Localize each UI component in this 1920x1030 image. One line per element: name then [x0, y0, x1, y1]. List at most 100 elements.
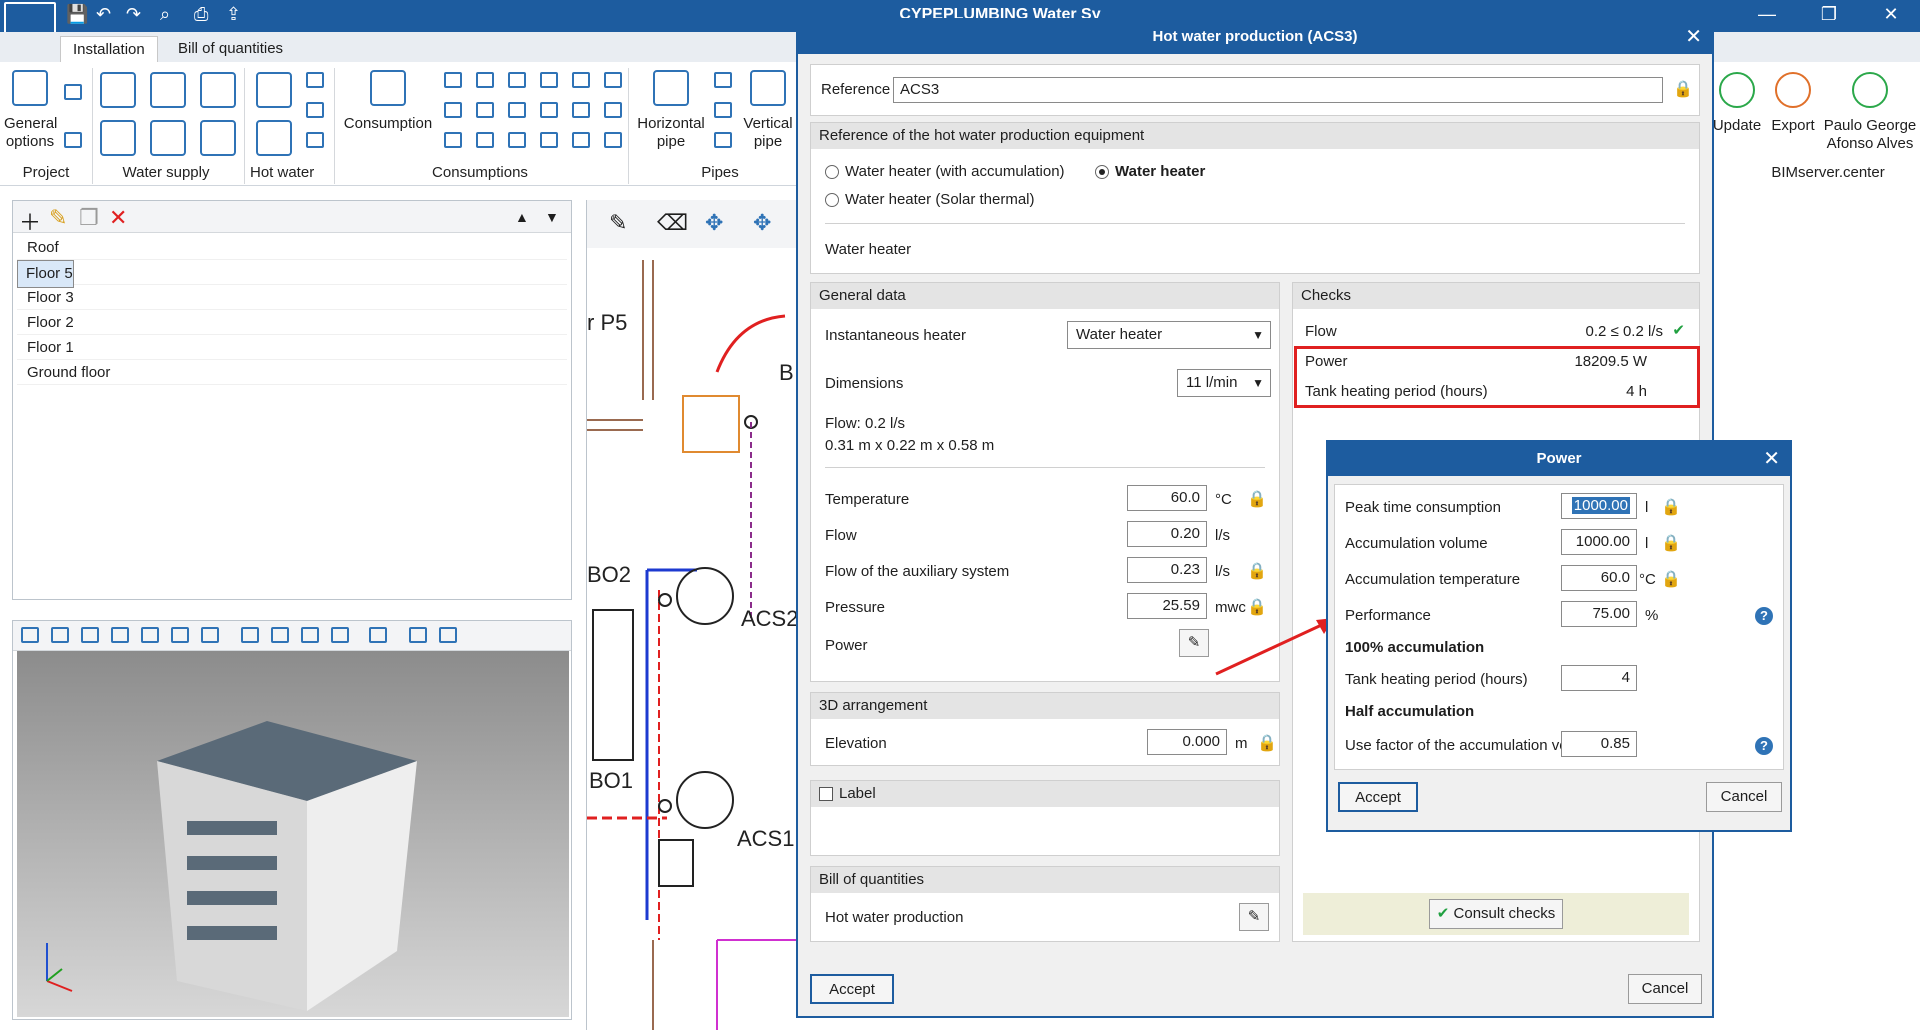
use-factor-input[interactable]: 0.85: [1561, 731, 1637, 757]
consumption-10-icon[interactable]: [540, 102, 558, 118]
export-button[interactable]: Export: [1768, 72, 1818, 135]
zoom-icon[interactable]: [409, 627, 427, 643]
horizontal-pipe-button[interactable]: Horizontal pipe: [632, 70, 710, 151]
list-item[interactable]: Ground floor: [17, 360, 567, 385]
consumption-1-icon[interactable]: [444, 72, 462, 88]
user-button[interactable]: Paulo George Afonso Alves: [1820, 72, 1920, 153]
heater-small-3-icon[interactable]: [306, 132, 324, 148]
boq-edit-button[interactable]: ✎: [1239, 903, 1269, 931]
consumption-13-icon[interactable]: [444, 132, 462, 148]
tab-installation[interactable]: Installation: [60, 36, 158, 62]
temperature-input[interactable]: 60.0: [1127, 485, 1207, 511]
power-edit-button[interactable]: ✎: [1179, 629, 1209, 657]
3d-view-icon[interactable]: [21, 627, 39, 643]
edit-icon[interactable]: ✎: [49, 205, 67, 231]
power-cancel-button[interactable]: Cancel: [1706, 782, 1782, 812]
consumption-18-icon[interactable]: [604, 132, 622, 148]
list-item[interactable]: Roof: [17, 235, 567, 260]
valve-icon[interactable]: [150, 72, 186, 108]
zoom-window-icon[interactable]: [439, 627, 457, 643]
manifold-icon[interactable]: [150, 120, 186, 156]
list-item[interactable]: Floor 5: [17, 260, 74, 288]
add-icon[interactable]: ＋: [19, 205, 41, 237]
peak-input[interactable]: 1000.00: [1561, 493, 1637, 519]
window-icon[interactable]: [301, 627, 319, 643]
lock-icon[interactable]: 🔒: [1673, 79, 1693, 99]
close-window-icon[interactable]: ✕: [1876, 4, 1906, 25]
consumption-4-icon[interactable]: [540, 72, 558, 88]
option-label[interactable]: Water heater (Solar thermal): [845, 191, 1035, 208]
tank-icon[interactable]: [200, 72, 236, 108]
pressure-input[interactable]: 25.59: [1127, 593, 1207, 619]
consumption-11-icon[interactable]: [572, 102, 590, 118]
option-label[interactable]: Water heater (with accumulation): [845, 163, 1065, 180]
consult-checks-button[interactable]: ✔ Consult checks: [1429, 899, 1563, 929]
dimensions-select[interactable]: 11 l/min ▼: [1177, 369, 1271, 397]
consumption-6-icon[interactable]: [604, 72, 622, 88]
close-icon[interactable]: ✕: [1685, 20, 1702, 54]
meter-icon[interactable]: [200, 120, 236, 156]
grid-icon[interactable]: [271, 627, 289, 643]
consumption-16-icon[interactable]: [540, 132, 558, 148]
radio-water-heater-solar[interactable]: [825, 193, 839, 207]
move-down-icon[interactable]: ▼: [545, 209, 559, 225]
update-button[interactable]: Update: [1712, 72, 1762, 135]
lock-icon[interactable]: 🔒: [1661, 533, 1681, 553]
lock-icon[interactable]: 🔒: [1257, 733, 1277, 753]
option-label[interactable]: Water heater: [1115, 163, 1205, 180]
pipe-small-2-icon[interactable]: [714, 102, 732, 118]
consumption-14-icon[interactable]: [476, 132, 494, 148]
lock-icon[interactable]: 🔒: [1661, 497, 1681, 517]
move-up-icon[interactable]: ▲: [515, 209, 529, 225]
tank-period-input[interactable]: 4: [1561, 665, 1637, 691]
help-icon[interactable]: ?: [1755, 737, 1773, 755]
search-icon[interactable]: ⌕: [160, 4, 170, 25]
consumption-3-icon[interactable]: [508, 72, 526, 88]
axes-icon[interactable]: [81, 627, 99, 643]
power-accept-button[interactable]: Accept: [1338, 782, 1418, 812]
reference-input[interactable]: ACS3: [893, 77, 1663, 103]
minimize-icon[interactable]: —: [1752, 4, 1782, 25]
acc-temp-input[interactable]: 60.0: [1561, 565, 1637, 591]
consumption-15-icon[interactable]: [508, 132, 526, 148]
heater-small-2-icon[interactable]: [306, 102, 324, 118]
cancel-button[interactable]: Cancel: [1628, 974, 1702, 1004]
accept-button[interactable]: Accept: [810, 974, 894, 1004]
layers-icon[interactable]: [51, 627, 69, 643]
drawing-area[interactable]: ✎ ⌫ ✥ ✥ r P5 B BO2 ACS2 BO1 ACS1: [586, 200, 798, 1030]
flow-input[interactable]: 0.20: [1127, 521, 1207, 547]
list-item[interactable]: Floor 1: [17, 335, 567, 360]
consumption-12-icon[interactable]: [604, 102, 622, 118]
tree-icon[interactable]: [201, 627, 219, 643]
performance-input[interactable]: 75.00: [1561, 601, 1637, 627]
radio-water-heater-accumulation[interactable]: [825, 165, 839, 179]
label-checkbox[interactable]: [819, 787, 833, 801]
aux-flow-input[interactable]: 0.23: [1127, 557, 1207, 583]
lock-icon[interactable]: 🔒: [1661, 569, 1681, 589]
close-icon[interactable]: ✕: [1763, 442, 1780, 476]
list-item[interactable]: Floor 4: [17, 260, 567, 285]
instantaneous-select[interactable]: Water heater ▼: [1067, 321, 1271, 349]
consumption-7-icon[interactable]: [444, 102, 462, 118]
copy-icon[interactable]: ❐: [79, 205, 99, 231]
cube-icon[interactable]: [111, 627, 129, 643]
restore-icon[interactable]: ❐: [1814, 4, 1844, 25]
export-icon[interactable]: ⇪: [226, 4, 241, 25]
settings-small-icon[interactable]: [64, 84, 82, 100]
3d-toggle-icon[interactable]: [369, 627, 387, 643]
cloud-icon[interactable]: [171, 627, 189, 643]
section-icon[interactable]: [241, 627, 259, 643]
vertical-pipe-button[interactable]: Vertical pipe: [740, 70, 796, 151]
delete-icon[interactable]: ✕: [109, 205, 127, 231]
help-icon[interactable]: ?: [1755, 607, 1773, 625]
lock-icon[interactable]: 🔒: [1247, 489, 1267, 509]
eye-icon[interactable]: [331, 627, 349, 643]
acc-vol-input[interactable]: 1000.00: [1561, 529, 1637, 555]
print-icon[interactable]: ⎙: [194, 4, 208, 25]
consumption-17-icon[interactable]: [572, 132, 590, 148]
heater-small-icon[interactable]: [306, 72, 324, 88]
redo-icon[interactable]: ↷: [126, 4, 141, 25]
cubes-icon[interactable]: [141, 627, 159, 643]
consumption-button[interactable]: Consumption: [340, 70, 436, 133]
elevation-input[interactable]: 0.000: [1147, 729, 1227, 755]
